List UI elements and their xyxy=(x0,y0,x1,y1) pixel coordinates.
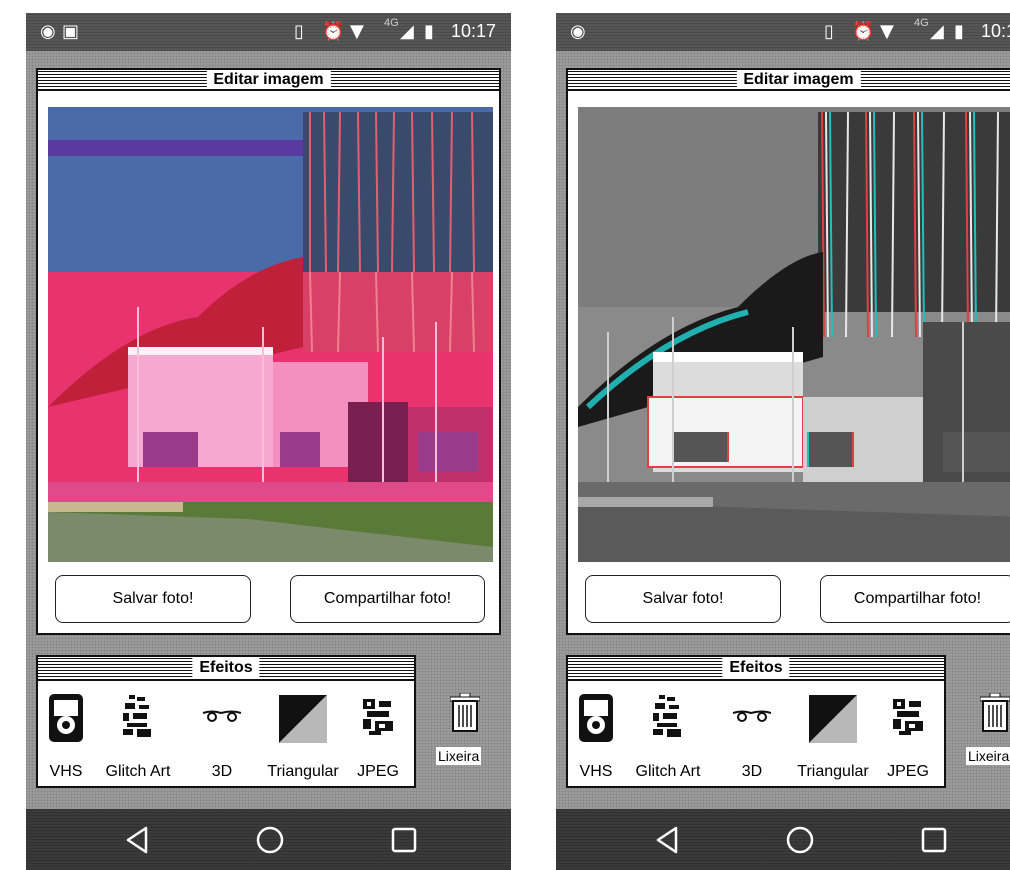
anaglyph-photo xyxy=(578,107,1010,562)
share-photo-button[interactable]: Compartilhar foto! xyxy=(820,575,1010,623)
signal-icon: ◢ xyxy=(400,21,414,42)
effect-label: 3D xyxy=(741,763,763,780)
effects-panel: Efeitos VHS Glitch Art 3D Triangular JPE… xyxy=(36,655,416,788)
effect-glitch-art[interactable]: Glitch Art xyxy=(96,683,180,787)
vhs-icon xyxy=(49,694,83,742)
trash-button[interactable]: Lixeira xyxy=(436,693,492,773)
effects-panel: Efeitos VHS Glitch Art 3D Triangular JPE… xyxy=(566,655,946,788)
effect-jpeg[interactable]: JPEG xyxy=(352,683,404,787)
eye-icon: ◉ xyxy=(40,21,56,42)
battery-icon: ▮ xyxy=(954,21,964,42)
alarm-icon: ⏰ xyxy=(852,21,875,42)
signal-icon: ◢ xyxy=(930,21,944,42)
wifi-icon: ▼ xyxy=(880,21,894,42)
glitched-photo xyxy=(48,107,493,562)
phone-screen-3d: ◉ ▯ ⏰ ▼ 4G ◢ ▮ 10:17 Editar imagem xyxy=(556,13,1010,870)
effect-label: Glitch Art xyxy=(105,763,171,780)
recents-icon[interactable] xyxy=(388,824,420,856)
effect-label: VHS xyxy=(579,763,613,780)
window-title: Editar imagem xyxy=(736,70,861,89)
effects-title: Efeitos xyxy=(192,657,260,679)
window-title: Editar imagem xyxy=(206,70,331,89)
back-icon[interactable] xyxy=(652,824,684,856)
image-icon: ▣ xyxy=(62,21,80,42)
trash-label: Lixeira xyxy=(436,747,482,765)
effect-label: Triangular xyxy=(267,763,339,780)
effect-label: Triangular xyxy=(797,763,869,780)
glasses-3d-icon xyxy=(202,710,242,722)
glitch-icon xyxy=(121,693,155,741)
alarm-icon: ⏰ xyxy=(322,21,345,42)
wifi-icon: ▼ xyxy=(350,21,364,42)
effect-label: JPEG xyxy=(357,763,399,780)
clock: 10:17 xyxy=(451,21,497,41)
photo-preview[interactable] xyxy=(48,107,493,562)
share-photo-button[interactable]: Compartilhar foto! xyxy=(290,575,485,623)
edit-image-window: Editar imagem Salvar foto! Compartilhar … xyxy=(566,68,1010,635)
window-titlebar: Editar imagem xyxy=(568,70,1010,91)
effect-label: 3D xyxy=(211,763,233,780)
effect-3d[interactable]: 3D xyxy=(200,683,244,787)
effects-title: Efeitos xyxy=(722,657,790,679)
clock: 10:17 xyxy=(981,21,1010,41)
vibrate-icon: ▯ xyxy=(294,21,304,42)
effect-jpeg[interactable]: JPEG xyxy=(882,683,934,787)
effect-triangular[interactable]: Triangular xyxy=(788,683,878,787)
window-titlebar: Editar imagem xyxy=(38,70,499,91)
trash-icon xyxy=(980,693,1010,732)
effect-label: VHS xyxy=(49,763,83,780)
jpeg-icon xyxy=(891,697,925,737)
effect-triangular[interactable]: Triangular xyxy=(258,683,348,787)
vibrate-icon: ▯ xyxy=(824,21,834,42)
eye-icon: ◉ xyxy=(570,21,586,42)
glasses-3d-icon xyxy=(732,710,772,722)
navigation-bar xyxy=(556,809,1010,870)
trash-label: Lixeira xyxy=(966,747,1010,765)
photo-preview[interactable] xyxy=(578,107,1010,562)
effect-vhs[interactable]: VHS xyxy=(44,683,88,787)
glitch-icon xyxy=(651,693,685,741)
status-bar: ◉ ▣ ▯ ⏰ ▼ 4G ◢ ▮ 10:17 xyxy=(26,13,511,51)
edit-image-window: Editar imagem Salvar foto! Compartilhar … xyxy=(36,68,501,635)
triangle-icon xyxy=(809,695,857,743)
recents-icon[interactable] xyxy=(918,824,950,856)
effect-label: Glitch Art xyxy=(635,763,701,780)
effect-vhs[interactable]: VHS xyxy=(574,683,618,787)
effect-3d[interactable]: 3D xyxy=(730,683,774,787)
back-icon[interactable] xyxy=(122,824,154,856)
effects-titlebar: Efeitos xyxy=(568,657,944,681)
network-type: 4G xyxy=(384,17,399,29)
home-icon[interactable] xyxy=(254,824,286,856)
phone-screen-glitch: ◉ ▣ ▯ ⏰ ▼ 4G ◢ ▮ 10:17 Editar imagem Sal… xyxy=(26,13,511,870)
save-photo-button[interactable]: Salvar foto! xyxy=(585,575,781,623)
effect-label: JPEG xyxy=(887,763,929,780)
status-bar: ◉ ▯ ⏰ ▼ 4G ◢ ▮ 10:17 xyxy=(556,13,1010,51)
navigation-bar xyxy=(26,809,511,870)
triangle-icon xyxy=(279,695,327,743)
home-icon[interactable] xyxy=(784,824,816,856)
effects-titlebar: Efeitos xyxy=(38,657,414,681)
trash-button[interactable]: Lixeira xyxy=(966,693,1010,773)
save-photo-button[interactable]: Salvar foto! xyxy=(55,575,251,623)
battery-icon: ▮ xyxy=(424,21,434,42)
vhs-icon xyxy=(579,694,613,742)
network-type: 4G xyxy=(914,17,929,29)
jpeg-icon xyxy=(361,697,395,737)
effect-glitch-art[interactable]: Glitch Art xyxy=(626,683,710,787)
trash-icon xyxy=(450,693,480,732)
